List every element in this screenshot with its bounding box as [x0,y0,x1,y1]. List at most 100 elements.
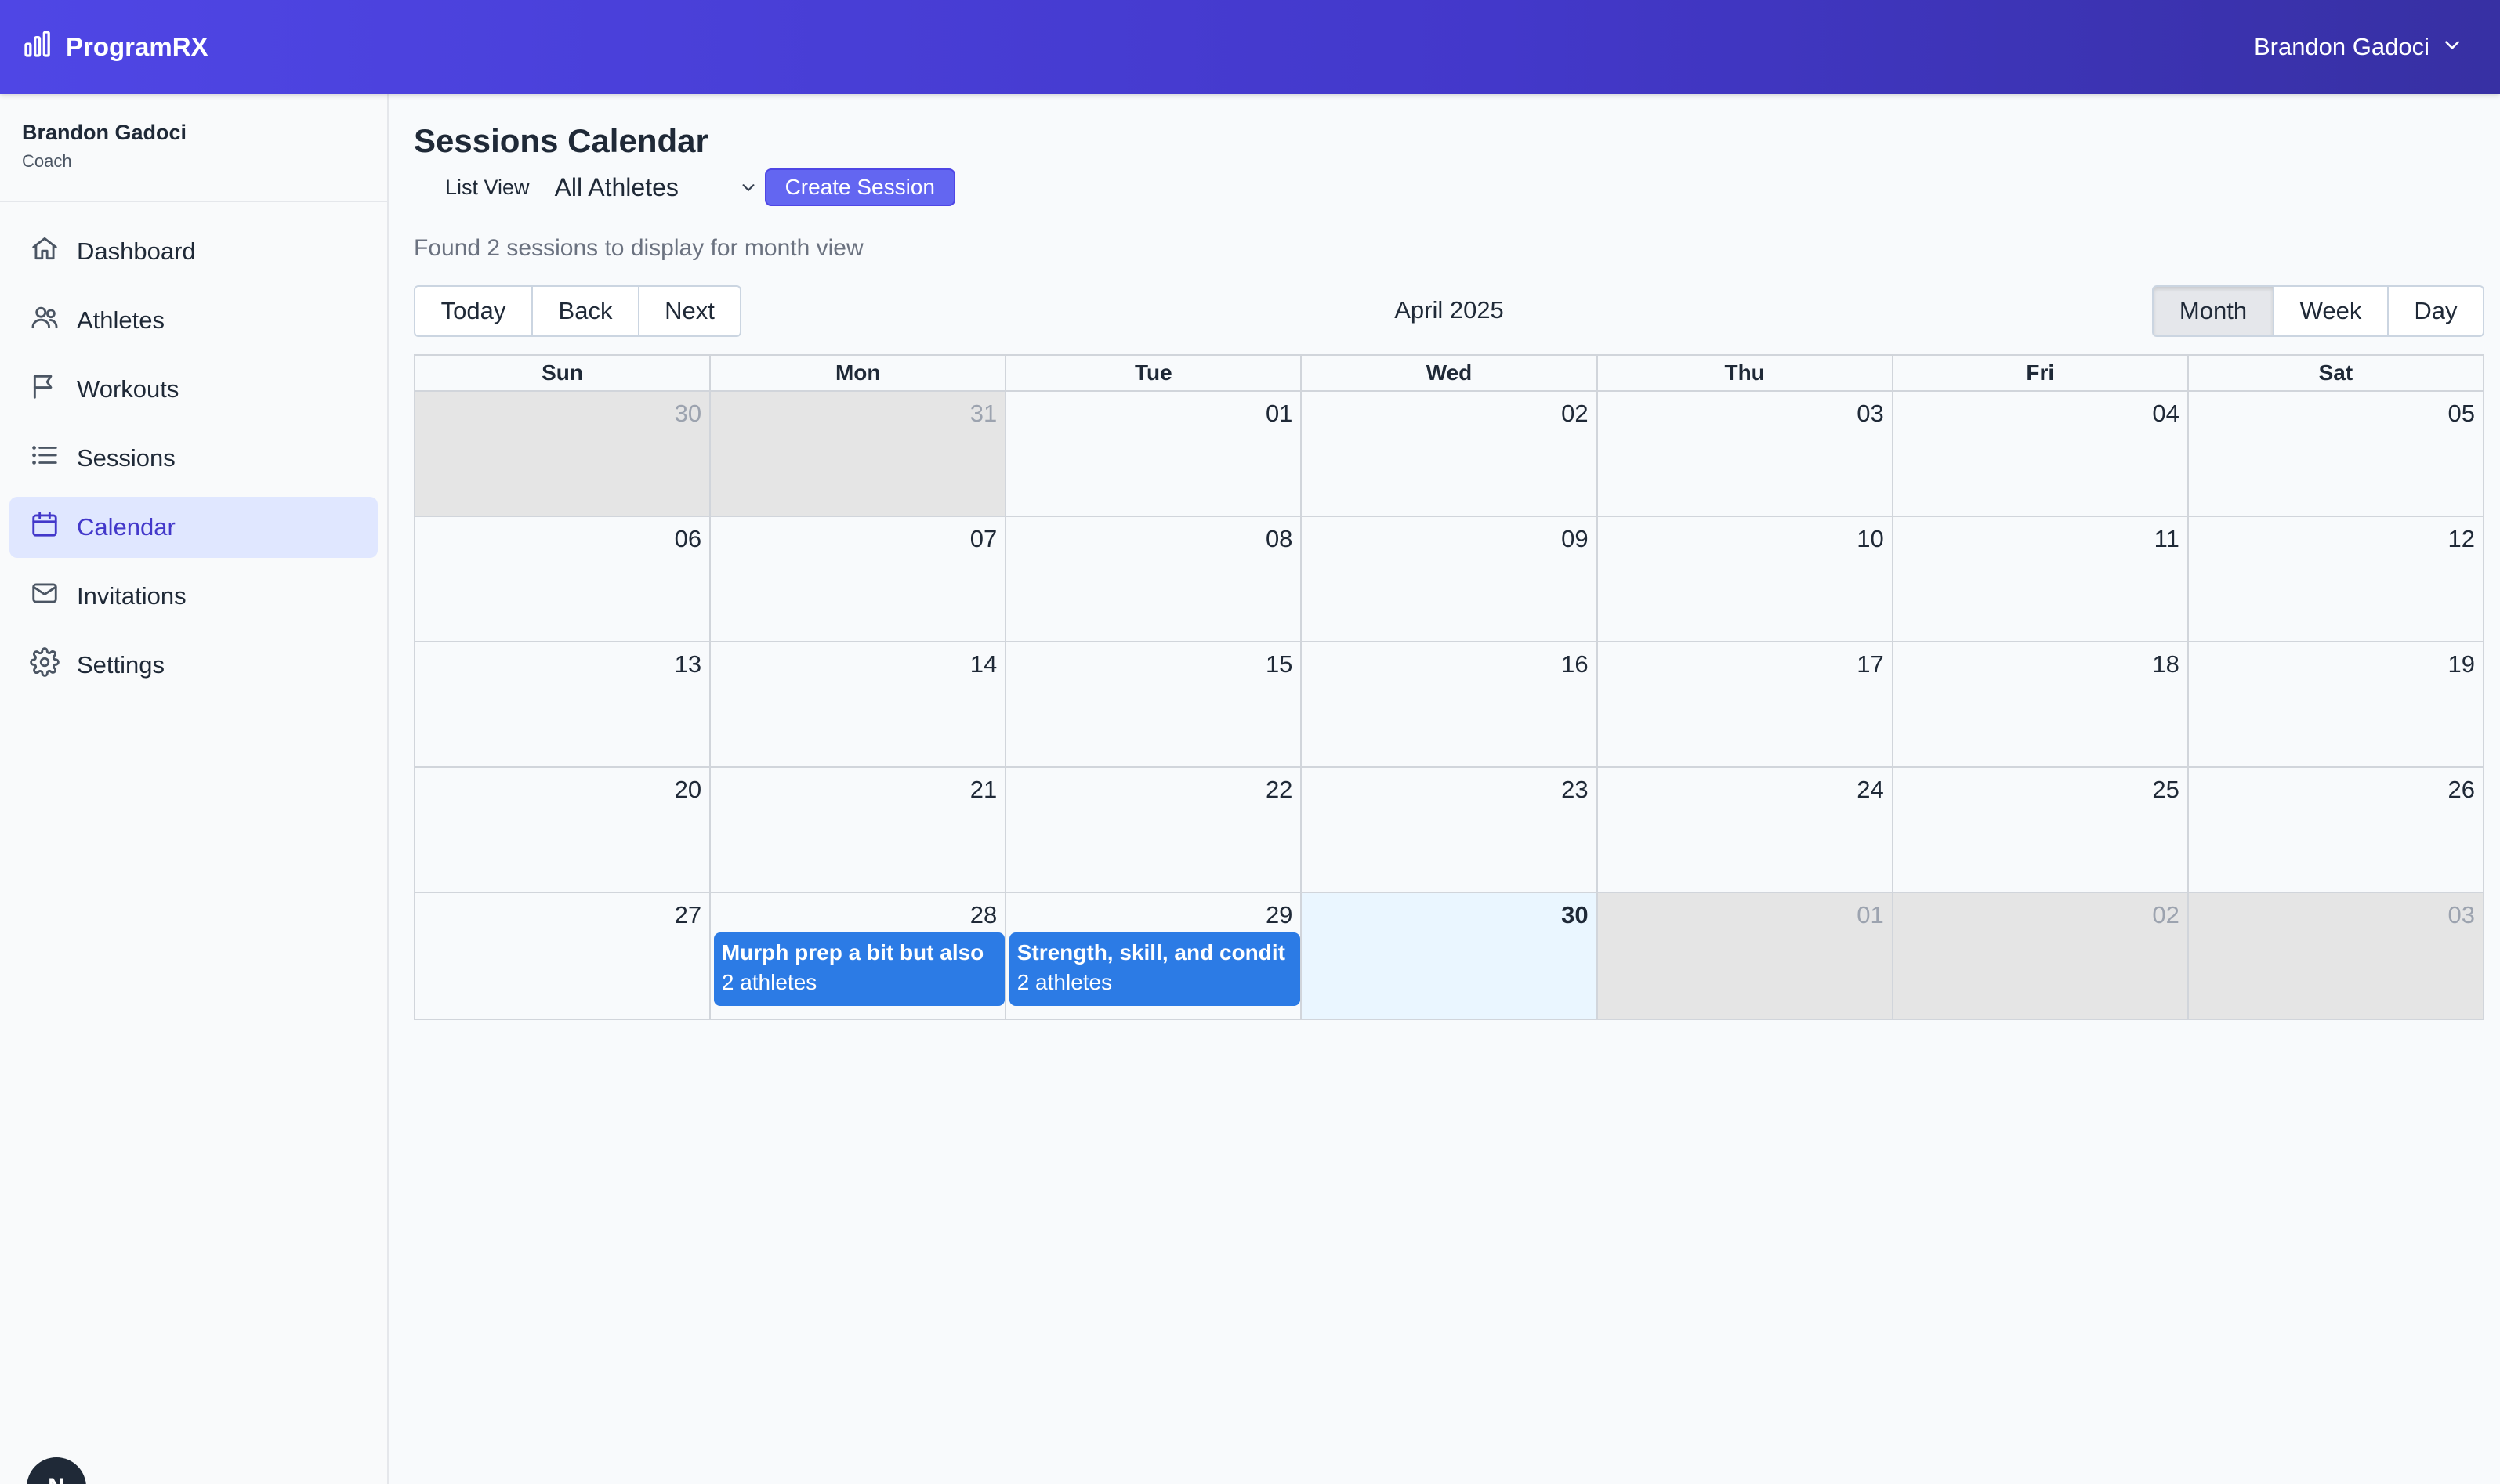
day-number: 06 [674,525,702,552]
calendar-week-row: 20 21 22 23 24 25 26 [415,768,2483,893]
sidebar-item-athletes[interactable]: Athletes [9,290,378,351]
week-view-button[interactable]: Week [2273,285,2389,337]
day-number: 10 [1857,525,1884,552]
calendar-day[interactable]: 02 [1300,392,1596,516]
page-title: Sessions Calendar [414,122,708,159]
calendar-day[interactable]: 01 [1005,392,1300,516]
calendar-day[interactable]: 01 [1596,893,1892,1019]
calendar-day[interactable]: 03 [2187,893,2483,1019]
calendar-day[interactable]: 05 [2187,392,2483,516]
calendar-day[interactable]: 10 [1596,517,1892,641]
sidebar-item-label: Athletes [77,306,165,334]
bar-chart-icon [22,28,53,66]
day-number: 26 [2447,776,2475,803]
day-number: 01 [1265,400,1293,427]
weekday-header-cell: Tue [1005,356,1300,390]
calendar-view-buttons: Month Week Day [2152,285,2484,337]
user-menu[interactable]: Brandon Gadoci [2254,33,2462,61]
calendar-day[interactable]: 14 [709,642,1005,766]
month-view-button[interactable]: Month [2152,285,2274,337]
calendar-day[interactable]: 19 [2187,642,2483,766]
day-number: 08 [1265,525,1293,552]
day-number: 13 [674,650,702,678]
weekday-header-cell: Sat [2187,356,2483,390]
chevron-down-icon [2442,33,2462,61]
calendar-day[interactable]: 23 [1300,768,1596,892]
day-number: 30 [674,400,702,427]
calendar-day-today[interactable]: 30 [1300,893,1596,1019]
session-event-title: Strength, skill, and condit [1016,940,1285,965]
brand-name: ProgramRX [66,32,208,61]
calendar-day[interactable]: 02 [1891,893,2187,1019]
calendar-day[interactable]: 31 [709,392,1005,516]
athlete-filter-select[interactable]: All Athletes [555,171,757,204]
calendar-day[interactable]: 09 [1300,517,1596,641]
calendar-body: 30 31 01 02 03 04 05 06 07 08 09 10 11 12 13 14 15 16 17 18… [415,392,2483,1019]
day-number: 21 [969,776,998,803]
calendar-day[interactable]: 30 [415,392,710,516]
session-event-athletes: 2 athletes [1016,970,1113,994]
day-number: 11 [2154,525,2179,552]
day-number: 09 [1561,525,1589,552]
create-session-button[interactable]: Create Session [764,168,955,206]
calendar-week-row: 27 28 29 30 01 02 03 Murph prep a bit but also 2… [415,893,2483,1019]
calendar-day[interactable]: 08 [1005,517,1300,641]
calendar-day[interactable]: 07 [709,517,1005,641]
list-view-link[interactable]: List View [445,176,530,200]
calendar-day[interactable]: 21 [709,768,1005,892]
day-number: 02 [1561,400,1589,427]
calendar-day[interactable]: 16 [1300,642,1596,766]
day-number: 23 [1561,776,1589,803]
sidebar-item-workouts[interactable]: Workouts [9,359,378,420]
sidebar-item-sessions[interactable]: Sessions [9,428,378,489]
sidebar-item-dashboard[interactable]: Dashboard [9,221,378,282]
list-icon [30,440,60,476]
day-number: 12 [2447,525,2475,552]
weekday-header: Sun Mon Tue Wed Thu Fri Sat [415,356,2483,392]
brand[interactable]: ProgramRX [22,28,208,66]
calendar-day[interactable]: 22 [1005,768,1300,892]
calendar-day[interactable]: 03 [1596,392,1892,516]
sidebar-item-settings[interactable]: Settings [9,635,378,696]
sidebar-item-label: Dashboard [77,237,196,265]
day-number: 16 [1561,650,1589,678]
day-number: 14 [969,650,998,678]
calendar-day[interactable]: 15 [1005,642,1300,766]
calendar-day[interactable]: 26 [2187,768,2483,892]
calendar-day[interactable]: 18 [1891,642,2187,766]
calendar-day[interactable]: 27 [415,893,709,1019]
calendar-day[interactable]: 13 [415,642,709,766]
calendar-day[interactable]: 17 [1596,642,1892,766]
weekday-header-cell: Mon [709,356,1005,390]
calendar-day[interactable]: 24 [1596,768,1892,892]
next-button[interactable]: Next [638,285,741,337]
session-event[interactable]: Murph prep a bit but also 2 athletes [713,932,1005,1006]
session-event-title: Murph prep a bit but also [721,940,984,965]
avatar[interactable]: N [27,1457,86,1484]
calendar-day[interactable]: 11 [1891,517,2187,641]
day-number: 01 [1857,901,1884,928]
day-view-button[interactable]: Day [2387,285,2484,337]
day-number: 04 [2152,400,2179,427]
calendar-day[interactable]: 12 [2187,517,2483,641]
calendar-day[interactable]: 20 [415,768,709,892]
day-number: 28 [969,901,998,928]
mail-icon [30,578,60,614]
today-button[interactable]: Today [414,285,533,337]
day-number: 15 [1265,650,1293,678]
calendar-day[interactable]: 04 [1891,392,2187,516]
month-calendar: Sun Mon Tue Wed Thu Fri Sat 30 31 01 02 03 04 05 06 07… [414,354,2484,1020]
back-button[interactable]: Back [531,285,639,337]
sidebar-item-invitations[interactable]: Invitations [9,566,378,627]
day-number: 22 [1265,776,1293,803]
sessions-found-text: Found 2 sessions to display for month vi… [414,235,864,261]
calendar-toolbar: Today Back Next April 2025 Month Week Da… [414,285,2484,337]
weekday-header-cell: Thu [1596,356,1892,390]
session-event[interactable]: Strength, skill, and condit 2 athletes [1009,932,1300,1006]
main-content: Sessions Calendar List View All Athletes… [414,94,2484,1020]
day-number: 31 [969,400,998,427]
calendar-day[interactable]: 25 [1891,768,2187,892]
day-number: 25 [2152,776,2179,803]
calendar-day[interactable]: 06 [415,517,709,641]
sidebar-item-calendar[interactable]: Calendar [9,497,378,558]
